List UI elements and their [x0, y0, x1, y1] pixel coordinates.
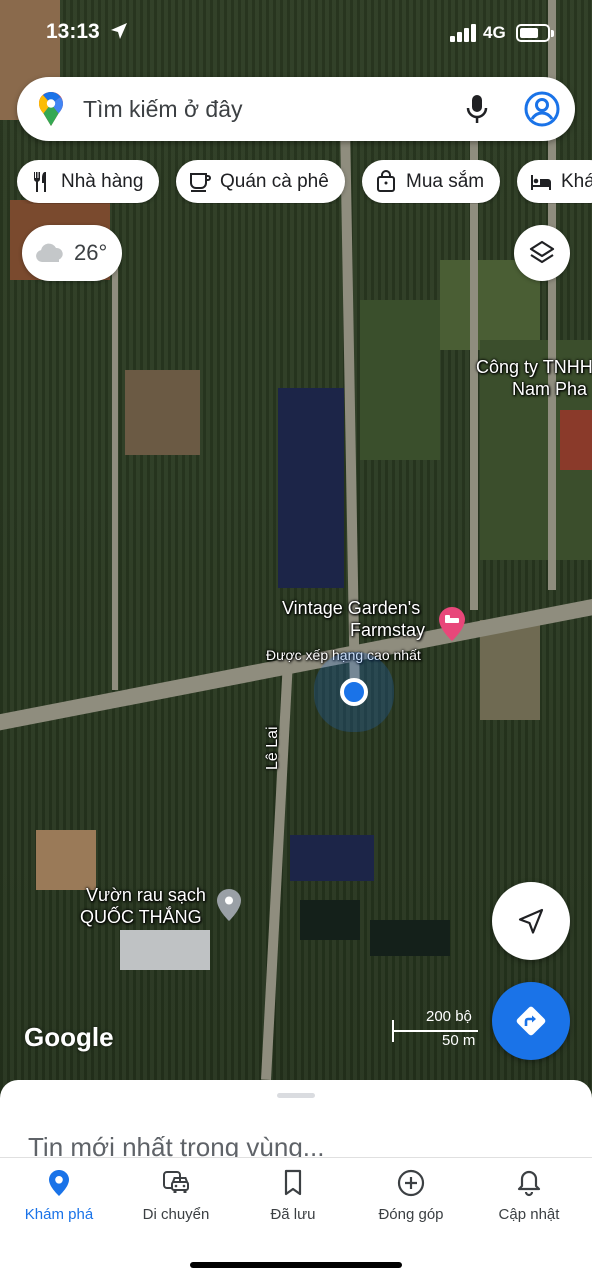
map-field [360, 300, 440, 460]
search-bar[interactable] [17, 77, 575, 141]
status-bar: 13:13 4G [0, 0, 592, 64]
scale-bottom-label: 50 m [442, 1032, 476, 1049]
map-label-garden-line2: QUỐC THẮNG [80, 907, 202, 927]
nav-updates[interactable]: Cập nhật [470, 1168, 588, 1230]
nav-contribute[interactable]: Đóng góp [352, 1168, 470, 1230]
chip-label: Nhà hàng [61, 170, 144, 192]
layers-button[interactable] [514, 225, 570, 281]
bell-icon [517, 1170, 541, 1197]
nav-label: Di chuyển [142, 1206, 210, 1223]
map-field [370, 920, 450, 956]
signal-bars-icon [450, 24, 478, 42]
my-location-button[interactable] [492, 882, 570, 960]
map-field [278, 388, 344, 588]
my-location-dot [340, 678, 368, 706]
fork-knife-icon [34, 171, 46, 192]
category-chips: Nhà hàng Quán cà phê Mua sắm Khá [17, 160, 592, 204]
shopping-bag-icon [377, 169, 395, 192]
hotel-pin-icon[interactable] [438, 606, 466, 642]
add-circle-icon [397, 1169, 425, 1197]
mic-icon[interactable] [463, 93, 491, 125]
location-arrow-icon [111, 23, 127, 39]
chip-label: Quán cà phê [220, 170, 329, 192]
nav-explore[interactable]: Khám phá [0, 1168, 118, 1230]
map-field [290, 835, 374, 881]
directions-button[interactable] [492, 982, 570, 1060]
map-road [261, 660, 293, 1080]
nav-label: Đã lưu [270, 1206, 316, 1223]
scale-top-label: 200 bộ [426, 1008, 472, 1025]
map-label-farmstay-line2: Farmstay [350, 620, 426, 640]
map-label-garden-line1: Vườn rau sạch [86, 885, 206, 905]
coffee-cup-icon [190, 172, 211, 192]
map-field [120, 930, 210, 970]
network-type: 4G [483, 23, 506, 42]
map-label-street: Lê Lai [264, 726, 281, 770]
map-field [36, 830, 96, 890]
home-indicator [190, 1262, 402, 1268]
chip-label: Khá [561, 170, 592, 192]
nav-label: Cập nhật [498, 1206, 560, 1223]
chip-hotels[interactable]: Khá [517, 160, 592, 203]
explore-pin-icon [49, 1170, 69, 1196]
maps-pin-icon [39, 92, 63, 126]
map-label-company[interactable]: Công ty TNHH Nam Pha [476, 356, 592, 400]
chip-cafes[interactable]: Quán cà phê [176, 160, 345, 203]
map-label-company-line1: Công ty TNHH [476, 357, 592, 377]
map-field [300, 900, 360, 940]
sheet-drag-handle[interactable] [277, 1093, 315, 1098]
cloud-icon [36, 243, 63, 262]
bed-icon [531, 174, 551, 190]
google-logo: Google [24, 1022, 114, 1052]
commute-icon [163, 1171, 189, 1193]
map-label-company-line2: Nam Pha [512, 379, 588, 399]
nav-commute[interactable]: Di chuyển [117, 1168, 235, 1230]
nav-label: Đóng góp [378, 1206, 444, 1223]
map-label-farmstay[interactable]: Vintage Garden's Farmstay [282, 597, 442, 641]
nav-label: Khám phá [24, 1206, 94, 1223]
chip-label: Mua sắm [406, 170, 485, 192]
map-label-garden[interactable]: Vườn rau sạch QUỐC THẮNG [80, 884, 234, 928]
search-input[interactable] [83, 89, 453, 129]
account-icon[interactable] [524, 91, 560, 127]
directions-icon [516, 1006, 546, 1036]
map-label-farmstay-line1: Vintage Garden's [282, 598, 421, 618]
nav-saved[interactable]: Đã lưu [234, 1168, 352, 1230]
navigation-arrow-icon [518, 908, 544, 934]
chip-restaurants[interactable]: Nhà hàng [17, 160, 160, 203]
weather-temperature: 26° [74, 240, 108, 265]
map-field [125, 370, 200, 455]
battery-icon [516, 24, 554, 42]
status-time: 13:13 [46, 20, 100, 43]
layers-icon [529, 240, 555, 264]
bookmark-icon [284, 1169, 302, 1196]
place-pin-icon[interactable] [216, 888, 242, 922]
map-scale: 200 bộ 50 m [392, 1008, 482, 1052]
weather-badge[interactable]: 26° [22, 225, 122, 281]
map-road [112, 260, 118, 690]
map-field [560, 410, 592, 470]
chip-shopping[interactable]: Mua sắm [362, 160, 501, 203]
map-label-farmstay-rating: Được xếp hạng cao nhất [266, 647, 421, 663]
